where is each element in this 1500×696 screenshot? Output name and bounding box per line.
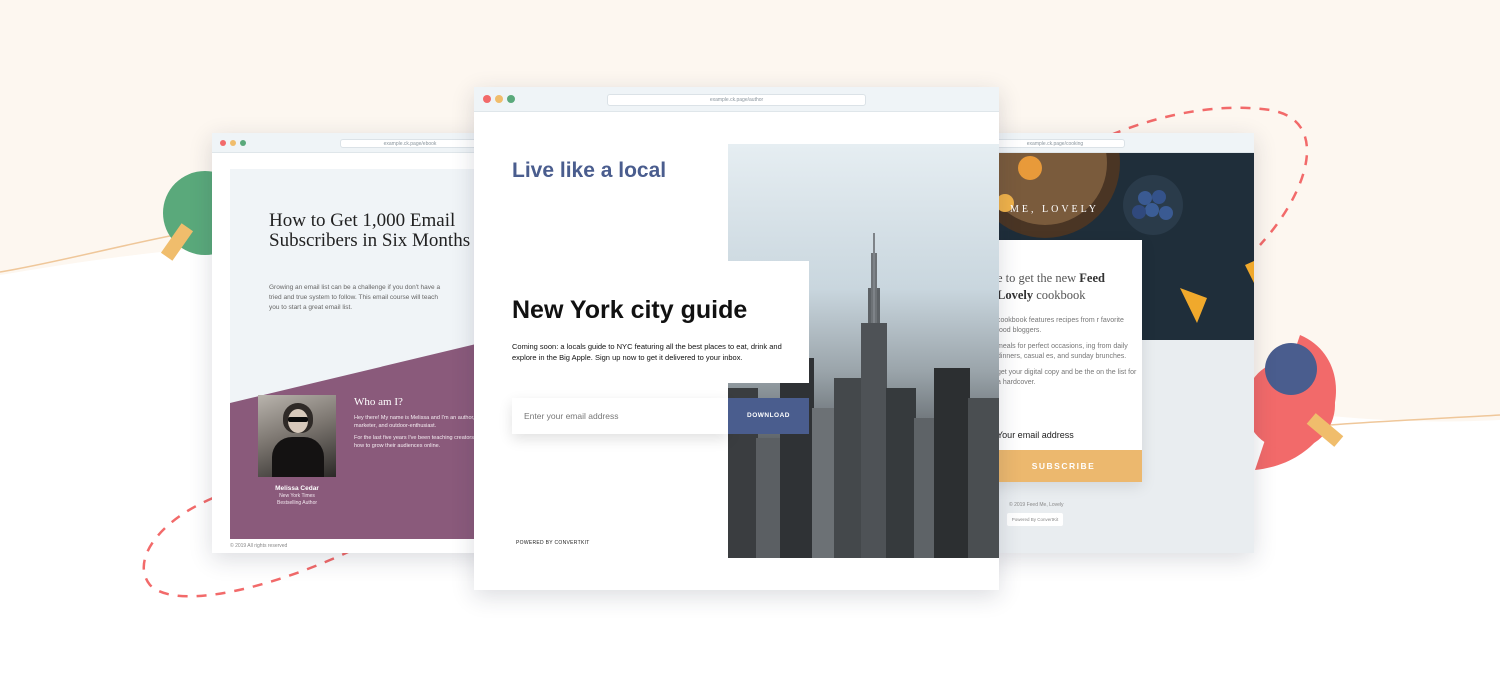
browser-chrome: example.ck.page/cooking: [985, 133, 1254, 153]
page-description: Coming soon: a locals guide to NYC featu…: [512, 342, 782, 362]
powered-by-link[interactable]: POWERED BY CONVERTKIT: [516, 540, 590, 546]
page-title: New York city guide: [512, 296, 748, 324]
cookbook-landing-window: example.ck.page/cooking ME, LOVELY e to …: [985, 133, 1254, 553]
about-heading: Who am I?: [354, 396, 403, 408]
close-dot-icon[interactable]: [483, 95, 491, 103]
city-guide-landing-window: example.ck.page/author Live like a local…: [474, 87, 999, 590]
signup-heading: e to get the new Feed Lovely cookbook: [997, 271, 1105, 302]
powered-by-badge[interactable]: Powered By ConvertKit: [1007, 513, 1063, 526]
author-name: Melissa Cedar: [275, 485, 319, 492]
minimize-dot-icon[interactable]: [495, 95, 503, 103]
email-field[interactable]: Your email address: [997, 430, 1074, 440]
author-photo: [258, 395, 336, 477]
browser-chrome: example.ck.page/ebook: [212, 133, 497, 153]
page-description: Growing an email list can be a challenge…: [269, 284, 441, 311]
download-button[interactable]: DOWNLOAD: [728, 398, 809, 434]
address-bar[interactable]: example.ck.page/author: [607, 94, 866, 106]
author-role: New York Times Bestselling Author: [276, 493, 318, 506]
browser-chrome: example.ck.page/author: [474, 87, 999, 112]
footer-copyright: © 2019 Feed Me, Lovely: [1009, 502, 1064, 508]
subscribe-button[interactable]: SUBSCRIBE: [985, 450, 1142, 482]
page-subtitle: Live like a local: [512, 159, 667, 182]
ebook-landing-window: example.ck.page/ebook How to Get 1,000 E…: [212, 133, 497, 553]
minimize-dot-icon[interactable]: [230, 140, 236, 146]
maximize-dot-icon[interactable]: [507, 95, 515, 103]
signup-description: cookbook features recipes from r favorit…: [997, 317, 1137, 386]
close-dot-icon[interactable]: [220, 140, 226, 146]
address-bar[interactable]: example.ck.page/ebook: [340, 139, 480, 148]
blue-circle-shape: [1265, 343, 1317, 395]
address-bar[interactable]: example.ck.page/cooking: [985, 139, 1125, 148]
footer-copyright: © 2019 All rights reserved: [230, 543, 288, 549]
page-title: How to Get 1,000 Email Subscribers in Si…: [269, 210, 471, 251]
author-bio: Hey there! My name is Melissa and I'm an…: [354, 415, 475, 449]
brand-logo-text: ME, LOVELY: [1010, 204, 1099, 215]
email-input[interactable]: Enter your email address: [512, 398, 728, 434]
maximize-dot-icon[interactable]: [240, 140, 246, 146]
